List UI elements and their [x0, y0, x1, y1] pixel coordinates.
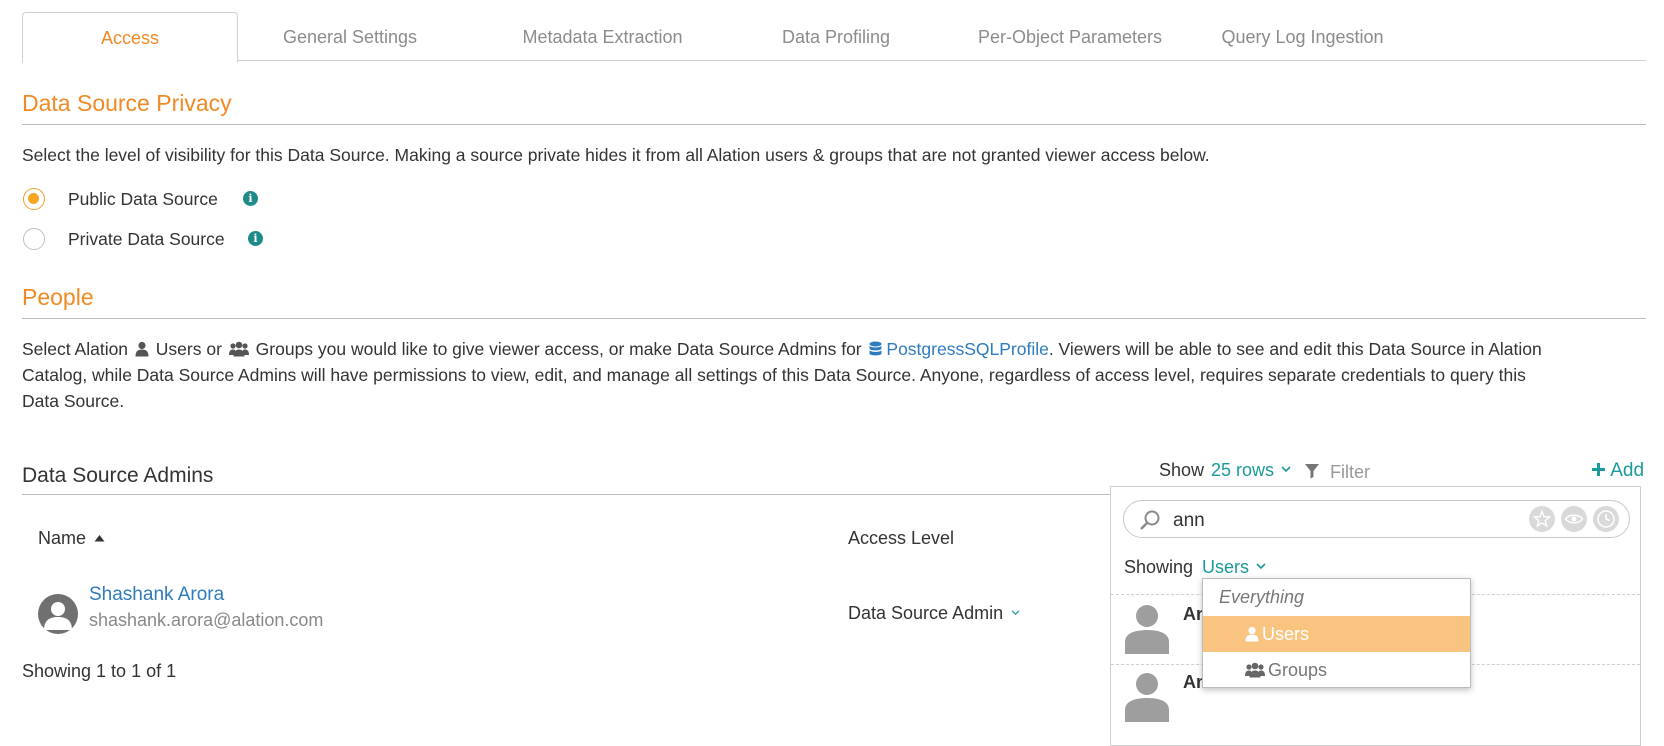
- search-value[interactable]: ann: [1173, 510, 1205, 532]
- star-icon[interactable]: [1529, 506, 1555, 532]
- people-section-title: People: [22, 284, 94, 310]
- filter-icon[interactable]: [1304, 463, 1320, 479]
- info-icon[interactable]: i: [243, 191, 258, 206]
- tab-general-settings[interactable]: General Settings: [240, 12, 460, 61]
- filter-input[interactable]: Filter: [1330, 462, 1370, 483]
- datasource-link[interactable]: PostgressSQLProfile: [886, 339, 1048, 359]
- avatar: [38, 594, 78, 634]
- eye-icon[interactable]: [1561, 506, 1587, 532]
- admin-email: shashank.arora@alation.com: [89, 610, 324, 630]
- access-level-dropdown[interactable]: Data Source Admin: [848, 603, 1020, 624]
- user-avatar-icon: [44, 602, 72, 630]
- privacy-section-title: Data Source Privacy: [22, 90, 232, 116]
- tab-metadata-extraction[interactable]: Metadata Extraction: [460, 12, 745, 61]
- name-column-header[interactable]: Name: [38, 528, 105, 549]
- showing-type-dropdown[interactable]: Users: [1202, 557, 1266, 578]
- sort-asc-icon: [94, 535, 105, 542]
- desc-text: Select Alation: [22, 339, 129, 359]
- private-radio[interactable]: [23, 228, 45, 250]
- user-avatar-icon: [1125, 605, 1169, 654]
- add-button[interactable]: Add: [1591, 460, 1644, 482]
- admins-divider: [22, 494, 1112, 495]
- tab-data-profiling[interactable]: Data Profiling: [745, 12, 927, 61]
- type-filter-menu: Everything Users Groups: [1202, 578, 1471, 688]
- user-icon: [135, 341, 149, 357]
- showing-type-value: Users: [1202, 557, 1250, 577]
- plus-icon: [1592, 463, 1605, 476]
- access-level-column-header[interactable]: Access Level: [848, 528, 954, 549]
- group-icon: [1245, 662, 1265, 678]
- result-avatar: [1124, 604, 1170, 654]
- privacy-divider: [22, 124, 1646, 125]
- desc-text: Users or: [155, 339, 222, 359]
- public-radio-label[interactable]: Public Data Source: [68, 189, 218, 210]
- menu-item-groups-label: Groups: [1268, 660, 1328, 680]
- name-column-label: Name: [38, 528, 87, 548]
- desc-text: . Viewers will be able to see and edit t…: [1048, 339, 1542, 359]
- show-label: Show: [1159, 460, 1205, 480]
- menu-item-users[interactable]: Users: [1203, 616, 1470, 652]
- showing-label: Showing: [1124, 557, 1194, 577]
- tab-access[interactable]: Access: [22, 12, 238, 63]
- user-icon: [1245, 626, 1259, 642]
- search-icon: [1140, 510, 1160, 530]
- clock-icon[interactable]: [1593, 506, 1619, 532]
- menu-item-users-label: Users: [1262, 624, 1310, 644]
- privacy-description: Select the level of visibility for this …: [22, 145, 1210, 165]
- public-radio[interactable]: [23, 188, 45, 210]
- people-divider: [22, 318, 1646, 319]
- chevron-down-icon: [1256, 563, 1266, 570]
- rows-dropdown-label: 25 rows: [1211, 460, 1275, 480]
- chevron-down-icon: [1281, 466, 1291, 473]
- menu-item-everything[interactable]: Everything: [1203, 579, 1470, 615]
- private-radio-label[interactable]: Private Data Source: [68, 229, 225, 250]
- group-icon: [228, 341, 249, 357]
- admins-title: Data Source Admins: [22, 464, 214, 487]
- info-icon[interactable]: i: [248, 231, 263, 246]
- desc-text: Groups you would like to give viewer acc…: [255, 339, 862, 359]
- table-footer-count: Showing 1 to 1 of 1: [22, 661, 177, 681]
- menu-item-groups[interactable]: Groups: [1203, 652, 1470, 688]
- rows-dropdown[interactable]: 25 rows: [1211, 460, 1291, 481]
- people-description-line2: Catalog, while Data Source Admins will h…: [22, 365, 1526, 385]
- database-icon: [869, 341, 882, 356]
- chevron-down-icon: [1011, 610, 1020, 616]
- access-level-value: Data Source Admin: [848, 603, 1004, 623]
- people-description-line1: Select Alation Users or Groups you would…: [22, 336, 1542, 362]
- tab-per-object-parameters[interactable]: Per-Object Parameters: [960, 12, 1180, 61]
- people-description-line3: Data Source.: [22, 391, 125, 411]
- admin-name-link[interactable]: Shashank Arora: [89, 584, 224, 606]
- add-button-label: Add: [1610, 460, 1645, 481]
- result-avatar: [1124, 672, 1170, 722]
- user-avatar-icon: [1125, 673, 1169, 722]
- tab-query-log-ingestion[interactable]: Query Log Ingestion: [1190, 12, 1415, 61]
